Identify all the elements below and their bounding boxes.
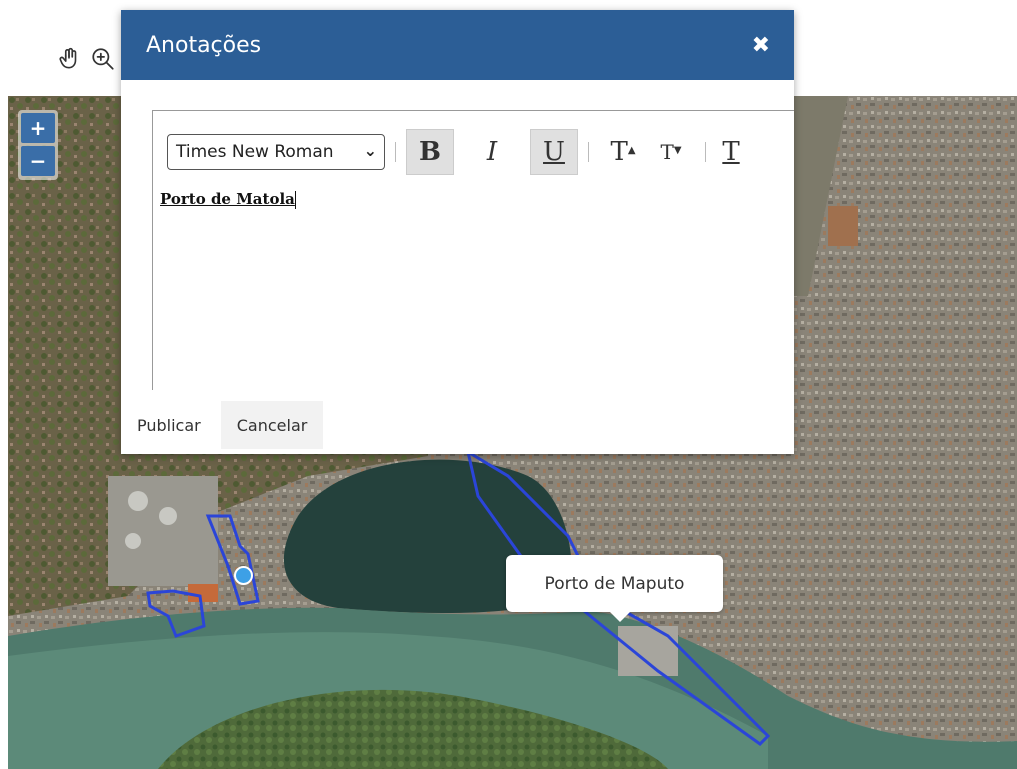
toolbar-divider: [395, 142, 396, 162]
hand-icon[interactable]: [54, 44, 84, 74]
underline-icon: U: [543, 137, 565, 167]
annotations-dialog: Anotações ✖ Times New Roman ⌄ B I U T▲: [121, 10, 794, 454]
italic-button[interactable]: I: [468, 129, 516, 175]
editor-text[interactable]: Porto de Matola: [160, 190, 296, 209]
annotation-text: Porto de Matola: [160, 190, 295, 208]
strikethrough-button[interactable]: T: [716, 129, 746, 175]
font-family-value: Times New Roman: [176, 142, 334, 162]
publish-button[interactable]: Publicar: [121, 401, 217, 449]
italic-icon: I: [486, 137, 498, 167]
underline-button[interactable]: U: [530, 129, 578, 175]
bold-button[interactable]: B: [406, 129, 454, 175]
toolbar-divider: [588, 142, 589, 162]
close-icon[interactable]: ✖: [752, 33, 770, 58]
strikethrough-icon: T: [722, 137, 740, 167]
rich-text-editor[interactable]: Times New Roman ⌄ B I U T ▲ T ▼ T Porto …: [152, 110, 794, 390]
superscript-icon: T: [610, 137, 628, 167]
zoom-in-icon[interactable]: [88, 44, 118, 74]
editor-toolbar: Times New Roman ⌄ B I U T ▲ T ▼ T: [167, 129, 746, 175]
zoom-in-button[interactable]: +: [21, 113, 55, 143]
dialog-header: Anotações ✖: [121, 10, 794, 80]
bold-icon: B: [419, 137, 441, 167]
zoom-control: + −: [18, 110, 58, 180]
toolbar-divider: [705, 142, 706, 162]
text-caret: [294, 191, 296, 209]
subscript-icon: T: [660, 140, 674, 164]
zoom-out-button[interactable]: −: [21, 146, 55, 176]
chevron-down-icon: ⌄: [363, 141, 377, 160]
font-family-select[interactable]: Times New Roman ⌄: [167, 134, 385, 170]
subscript-button[interactable]: T ▼: [647, 129, 695, 175]
dialog-title: Anotações: [146, 32, 262, 58]
dialog-footer: Publicar Cancelar: [121, 401, 324, 449]
cancel-button[interactable]: Cancelar: [220, 401, 324, 449]
map-tooltip: Porto de Maputo: [506, 555, 723, 622]
superscript-button[interactable]: T ▲: [599, 129, 647, 175]
map-point-marker[interactable]: [234, 566, 253, 585]
